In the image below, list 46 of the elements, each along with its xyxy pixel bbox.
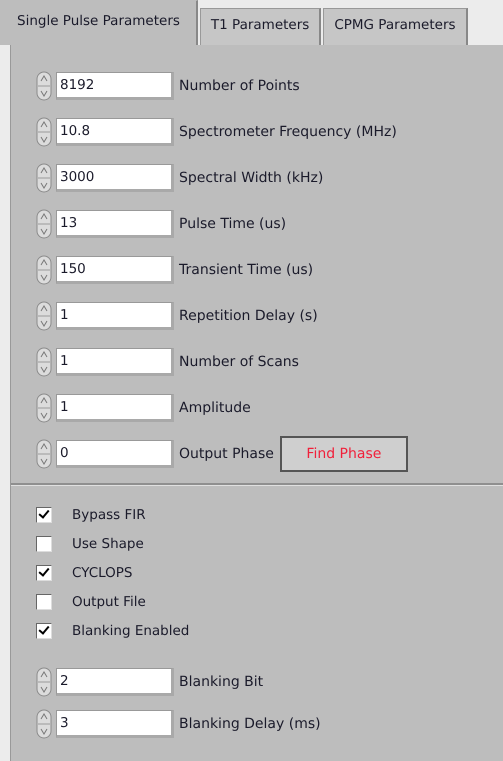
- checkbox-label: CYCLOPS: [72, 564, 132, 580]
- numeric-field[interactable]: 10.8: [56, 118, 174, 146]
- numeric-field[interactable]: 1: [56, 302, 174, 330]
- spinner-icon[interactable]: [36, 439, 52, 469]
- numeric-field[interactable]: 0: [56, 440, 174, 468]
- checkbox-label: Blanking Enabled: [72, 622, 190, 638]
- tab[interactable]: T1 Parameters: [200, 8, 322, 45]
- checkbox[interactable]: [36, 594, 52, 610]
- field-label: Blanking Delay (ms): [179, 716, 321, 732]
- numeric-field[interactable]: 150: [56, 256, 174, 284]
- spinner-icon[interactable]: [36, 163, 52, 193]
- numeric-field[interactable]: 1: [56, 348, 174, 376]
- checkbox[interactable]: [36, 564, 52, 580]
- field-label: Blanking Bit: [179, 674, 264, 690]
- field-label: Amplitude: [179, 400, 251, 416]
- field-label: Output Phase: [179, 446, 274, 462]
- spinner-icon[interactable]: [36, 209, 52, 239]
- numeric-field[interactable]: 3: [56, 710, 174, 738]
- numeric-field[interactable]: 3000: [56, 164, 174, 192]
- numeric-field[interactable]: 8192: [56, 72, 174, 100]
- field-label: Spectral Width (kHz): [179, 170, 324, 186]
- checkbox[interactable]: [36, 506, 52, 522]
- field-label: Number of Scans: [179, 354, 299, 370]
- spinner-icon[interactable]: [36, 667, 52, 697]
- field-label: Transient Time (us): [179, 262, 314, 278]
- spinner-icon[interactable]: [36, 301, 52, 331]
- field-label: Pulse Time (us): [179, 216, 286, 232]
- field-label: Number of Points: [179, 78, 300, 94]
- checkbox[interactable]: [36, 622, 52, 638]
- checkbox-label: Use Shape: [72, 536, 144, 552]
- numeric-field[interactable]: 13: [56, 210, 174, 238]
- spinner-icon[interactable]: [36, 393, 52, 423]
- numeric-field[interactable]: 1: [56, 394, 174, 422]
- spinner-icon[interactable]: [36, 117, 52, 147]
- checkbox[interactable]: [36, 536, 52, 552]
- tab[interactable]: CPMG Parameters: [323, 8, 468, 45]
- tab[interactable]: Single Pulse Parameters: [0, 0, 198, 45]
- spinner-icon[interactable]: [36, 255, 52, 285]
- spinner-icon[interactable]: [36, 709, 52, 739]
- numeric-field[interactable]: 2: [56, 668, 174, 696]
- field-label: Spectrometer Frequency (MHz): [179, 124, 397, 140]
- checkbox-label: Output File: [72, 594, 146, 610]
- field-label: Repetition Delay (s): [179, 308, 318, 324]
- checkbox-label: Bypass FIR: [72, 506, 146, 522]
- spinner-icon[interactable]: [36, 71, 52, 101]
- spinner-icon[interactable]: [36, 347, 52, 377]
